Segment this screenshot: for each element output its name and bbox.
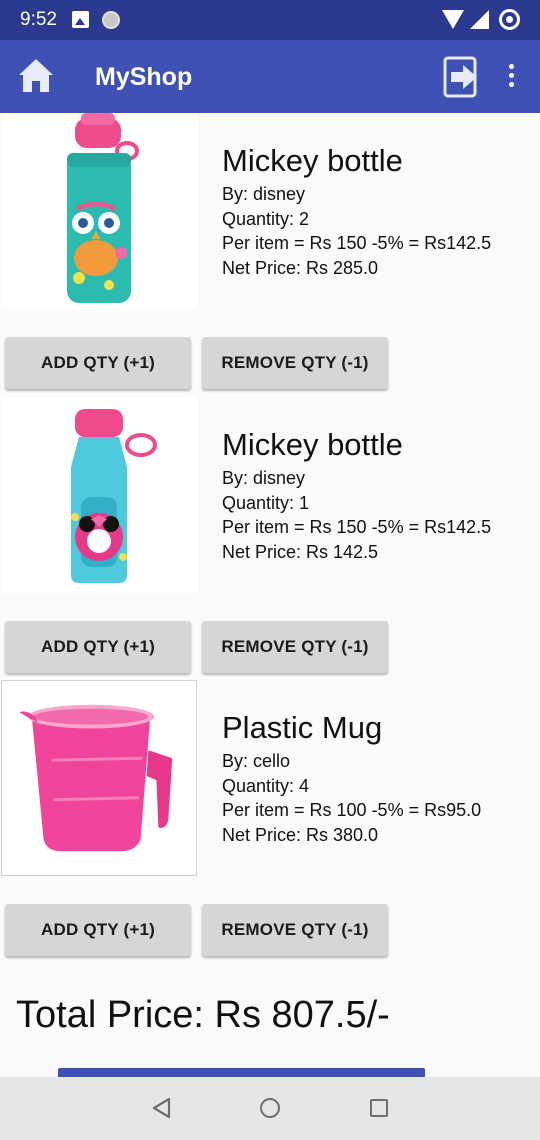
product-brand: By: cello [222,751,291,771]
home-nav-icon[interactable] [260,1098,280,1118]
total-price: Total Price: Rs 807.5/- [16,994,390,1036]
product-brand: By: disney [222,184,306,204]
back-icon[interactable] [150,1096,172,1120]
product-info: Plastic Mug By: cello Quantity: 4 Per it… [222,710,532,847]
product-image [1,680,197,876]
app-toolbar: MyShop [0,40,540,113]
signal-icon [470,10,489,29]
remove-qty-button[interactable]: REMOVE QTY (-1) [202,337,388,389]
product-net-price: Net Price: Rs 380.0 [222,824,379,845]
status-time: 9:52 [20,9,57,30]
product-quantity: Quantity: 4 [222,775,310,796]
product-quantity: Quantity: 1 [222,492,310,513]
system-nav-bar [0,1077,540,1140]
sync-icon [499,9,520,30]
add-qty-button[interactable]: ADD QTY (+1) [5,904,191,956]
product-info: Mickey bottle By: disney Quantity: 2 Per… [222,143,532,280]
product-image [1,397,197,593]
wifi-icon [442,10,464,29]
app-title: MyShop [95,63,193,91]
product-per-item-price: Per item = Rs 150 -5% = Rs142.5 [222,517,492,537]
recents-icon[interactable] [370,1099,388,1117]
product-net-price: Net Price: Rs 142.5 [222,541,379,562]
product-per-item-price: Per item = Rs 150 -5% = Rs142.5 [222,233,492,253]
home-icon[interactable] [16,56,56,96]
cart-item: Mickey bottle By: disney Quantity: 2 Per… [0,113,540,393]
product-info: Mickey bottle By: disney Quantity: 1 Per… [222,427,532,564]
product-quantity: Quantity: 2 [222,208,310,229]
add-qty-button[interactable]: ADD QTY (+1) [5,337,191,389]
product-name: Mickey bottle [222,427,403,462]
logout-icon[interactable] [443,56,481,98]
product-image [1,113,197,309]
product-net-price: Net Price: Rs 285.0 [222,257,379,278]
remove-qty-button[interactable]: REMOVE QTY (-1) [202,904,388,956]
circle-notification-icon [102,11,120,29]
product-name: Mickey bottle [222,143,403,178]
cart-item: Mickey bottle By: disney Quantity: 1 Per… [0,397,540,677]
image-notification-icon [72,11,89,28]
product-name: Plastic Mug [222,710,383,745]
status-bar: 9:52 [0,0,540,40]
add-qty-button[interactable]: ADD QTY (+1) [5,621,191,673]
product-per-item-price: Per item = Rs 100 -5% = Rs95.0 [222,800,482,820]
product-brand: By: disney [222,468,306,488]
overflow-menu-icon[interactable] [502,64,520,92]
remove-qty-button[interactable]: REMOVE QTY (-1) [202,621,388,673]
cart-item: Plastic Mug By: cello Quantity: 4 Per it… [0,680,540,960]
